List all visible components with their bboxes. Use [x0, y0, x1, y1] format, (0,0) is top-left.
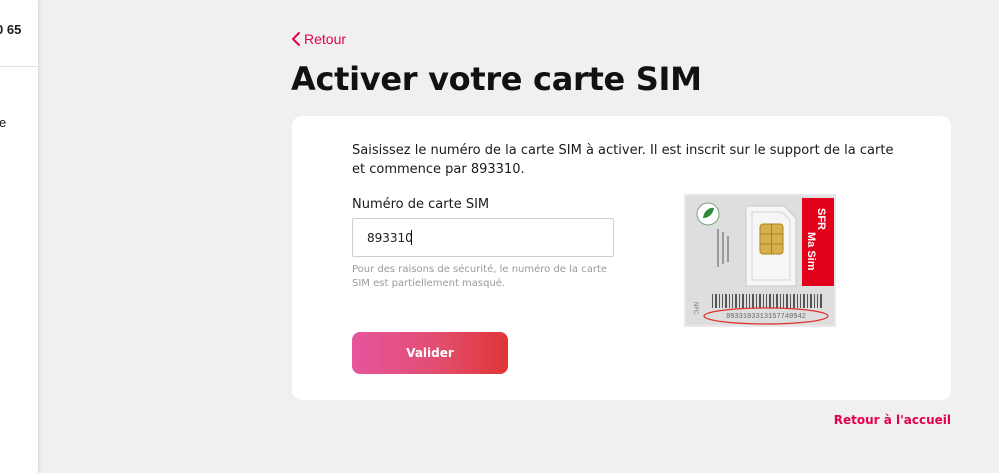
text-caret: [411, 230, 412, 245]
chevron-left-icon: [291, 31, 301, 47]
sidebar-item[interactable]: e: [0, 115, 6, 130]
nfc-label: NFC: [692, 302, 698, 315]
sidebar-divider: [0, 66, 38, 67]
sim-card-illustration: SFR Ma Sim NFC 8933103313157740942: [684, 194, 836, 327]
sim-number-label: Numéro de carte SIM: [352, 197, 490, 212]
eco-badge-icon: [696, 202, 720, 226]
home-link[interactable]: Retour à l'accueil: [834, 413, 951, 427]
sidebar: 0 65 e: [0, 0, 38, 473]
back-link-label: Retour: [304, 31, 347, 47]
sim-number-input[interactable]: [352, 218, 614, 257]
intro-text: Saisissez le numéro de la carte SIM à ac…: [352, 143, 894, 177]
sidebar-phone-number: 0 65: [0, 22, 22, 37]
sim-serial-text: 8933103313157740942: [726, 313, 806, 321]
sim-chip-icon: [759, 223, 784, 255]
activation-card: Saisissez le numéro de la carte SIM à ac…: [292, 116, 951, 400]
page-title: Activer votre carte SIM: [291, 60, 702, 98]
ma-sim-text: Ma Sim: [805, 232, 817, 271]
validate-button[interactable]: Valider: [352, 332, 508, 374]
sfr-brand-text: SFR: [815, 208, 827, 230]
back-link[interactable]: Retour: [291, 31, 346, 47]
sim-number-help: Pour des raisons de sécurité, le numéro …: [352, 264, 608, 289]
